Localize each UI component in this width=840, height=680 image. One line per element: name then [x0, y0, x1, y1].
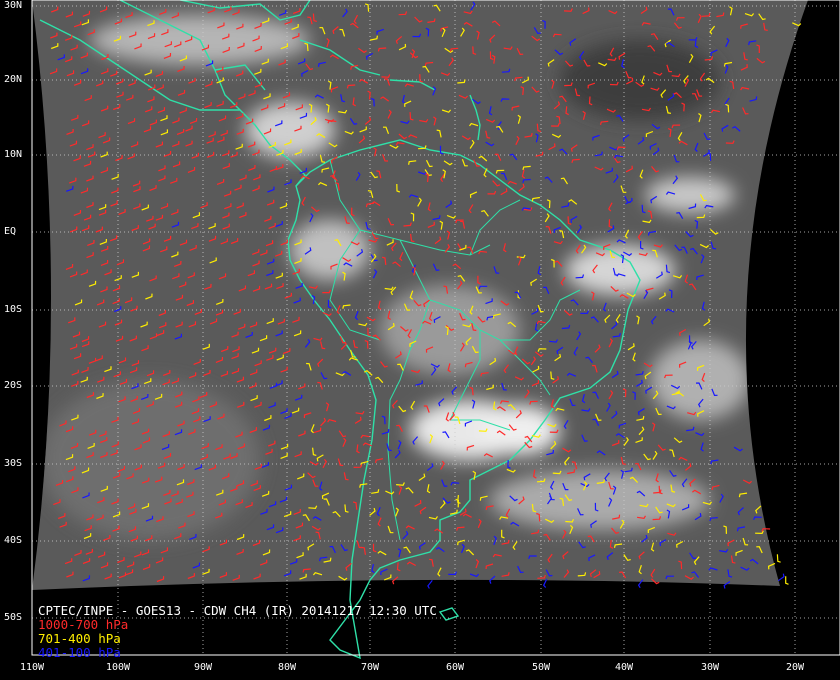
latitude-label: 30N — [4, 0, 23, 11]
longitude-label: 20W — [785, 662, 805, 673]
wind-barb — [785, 576, 789, 585]
longitude-label: 90W — [193, 662, 213, 673]
longitude-label: 100W — [105, 662, 131, 673]
caption-title: CPTEC/INPE - GOES13 - CDW CH4 (IR) 20141… — [38, 603, 437, 618]
latitude-label: 10N — [4, 149, 23, 160]
latitude-label: 50S — [4, 612, 23, 623]
satellite-wind-map: 30N 20N 10N EQ 10S 20S 30S 40S 50S 110W 100W 90W 80… — [0, 0, 840, 680]
wind-barb — [777, 573, 785, 582]
longitude-label: 70W — [360, 662, 380, 673]
latitude-label: 20S — [4, 380, 23, 391]
longitude-label: 50W — [531, 662, 551, 673]
wind-barb — [776, 554, 781, 563]
latitude-label: 10S — [4, 304, 23, 315]
latitude-label: 40S — [4, 535, 23, 546]
map-caption: CPTEC/INPE - GOES13 - CDW CH4 (IR) 20141… — [38, 604, 437, 660]
longitude-label: 30W — [700, 662, 720, 673]
legend-high-level: 401-100 hPa — [38, 645, 121, 660]
longitude-label: 110W — [19, 662, 45, 673]
latitude-label: EQ — [4, 226, 17, 237]
longitude-label: 80W — [277, 662, 297, 673]
longitude-label: 40W — [614, 662, 634, 673]
latitude-label: 20N — [4, 74, 23, 85]
longitude-label: 60W — [445, 662, 465, 673]
wind-barb — [427, 580, 433, 589]
wind-barb — [542, 578, 548, 588]
legend-mid-level: 701-400 hPa — [38, 631, 121, 646]
legend-low-level: 1000-700 hPa — [38, 617, 129, 632]
latitude-label: 30S — [4, 458, 23, 469]
satellite-imagery — [32, 0, 808, 590]
